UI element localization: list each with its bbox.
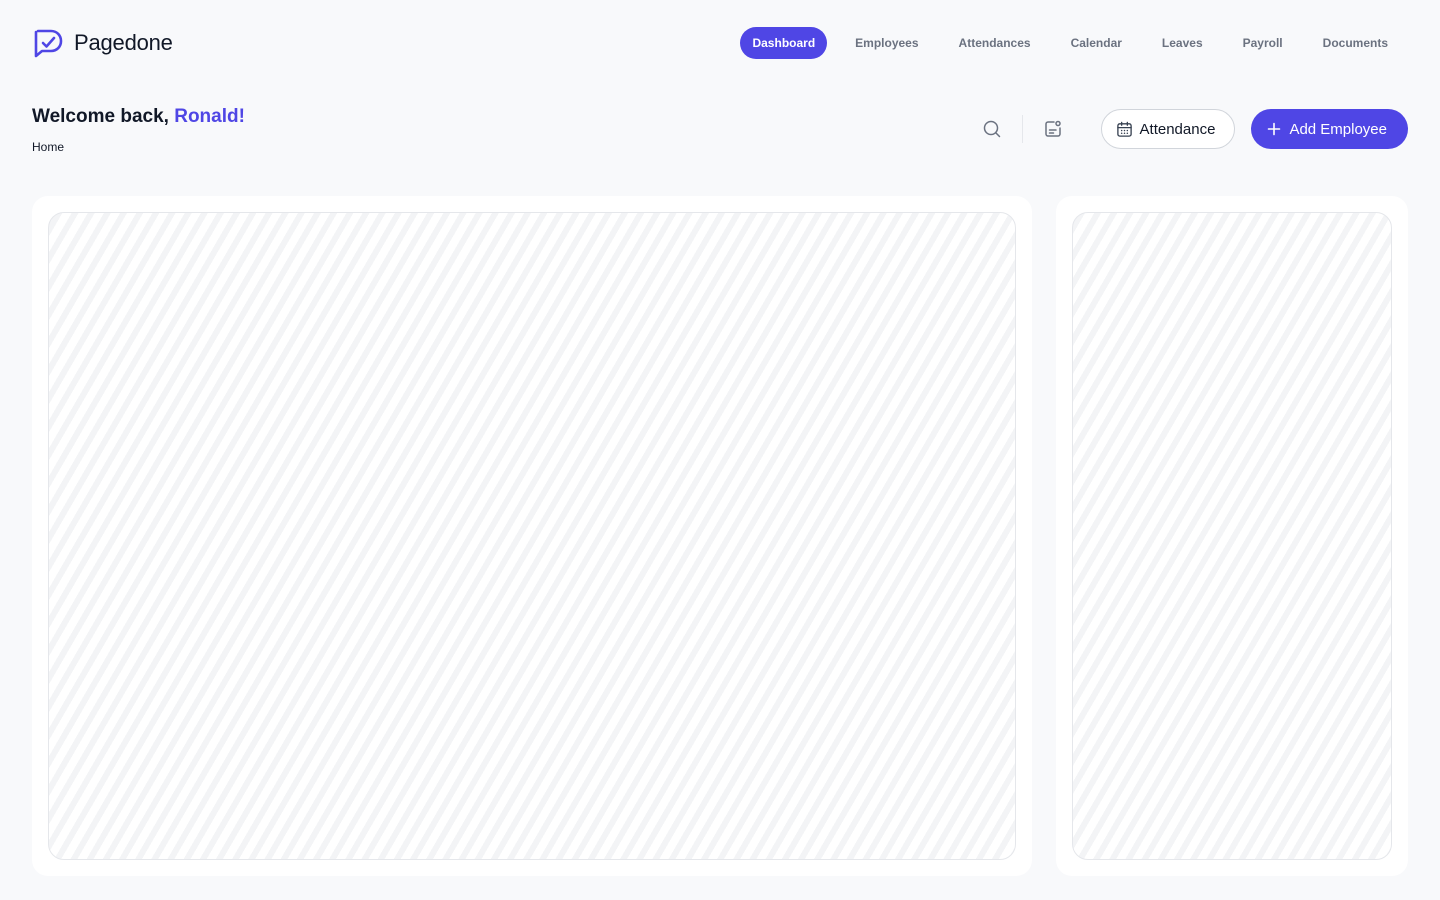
main-content-placeholder <box>48 212 1016 860</box>
nav-item-dashboard[interactable]: Dashboard <box>740 27 828 59</box>
side-panel <box>1056 196 1408 876</box>
user-name: Ronald! <box>174 106 245 127</box>
nav-item-attendances[interactable]: Attendances <box>939 27 1051 59</box>
nav-item-documents[interactable]: Documents <box>1303 27 1408 59</box>
calendar-icon <box>1116 121 1132 137</box>
top-bar: Pagedone Dashboard Employees Attendances… <box>0 0 1440 86</box>
nav-item-employees[interactable]: Employees <box>835 27 938 59</box>
main-panel <box>32 196 1032 876</box>
search-icon <box>983 120 1000 138</box>
notes-button[interactable] <box>1033 109 1073 149</box>
nav-item-leaves[interactable]: Leaves <box>1142 27 1223 59</box>
main-nav: Dashboard Employees Attendances Calendar… <box>740 27 1408 59</box>
page-title: Welcome back, Ronald! <box>32 104 245 130</box>
add-employee-button[interactable]: Add Employee <box>1251 109 1408 149</box>
brand-name: Pagedone <box>74 30 173 55</box>
side-content-placeholder <box>1072 212 1392 860</box>
add-employee-button-label: Add Employee <box>1289 120 1387 138</box>
attendance-button-label: Attendance <box>1139 120 1216 138</box>
notes-icon <box>1044 120 1061 137</box>
search-button[interactable] <box>972 109 1012 149</box>
attendance-button[interactable]: Attendance <box>1100 109 1236 149</box>
brand-logo[interactable]: Pagedone <box>32 27 173 59</box>
breadcrumb[interactable]: Home <box>32 139 245 155</box>
welcome-section: Welcome back, Ronald! Home <box>32 104 245 155</box>
nav-item-payroll[interactable]: Payroll <box>1223 27 1303 59</box>
welcome-prefix: Welcome back, <box>32 106 175 127</box>
header-actions: Attendance Add Employee <box>972 109 1408 149</box>
pagedone-logo-icon <box>34 29 63 58</box>
nav-item-calendar[interactable]: Calendar <box>1051 27 1142 59</box>
actions-divider <box>1021 115 1023 143</box>
plus-icon <box>1268 122 1281 136</box>
